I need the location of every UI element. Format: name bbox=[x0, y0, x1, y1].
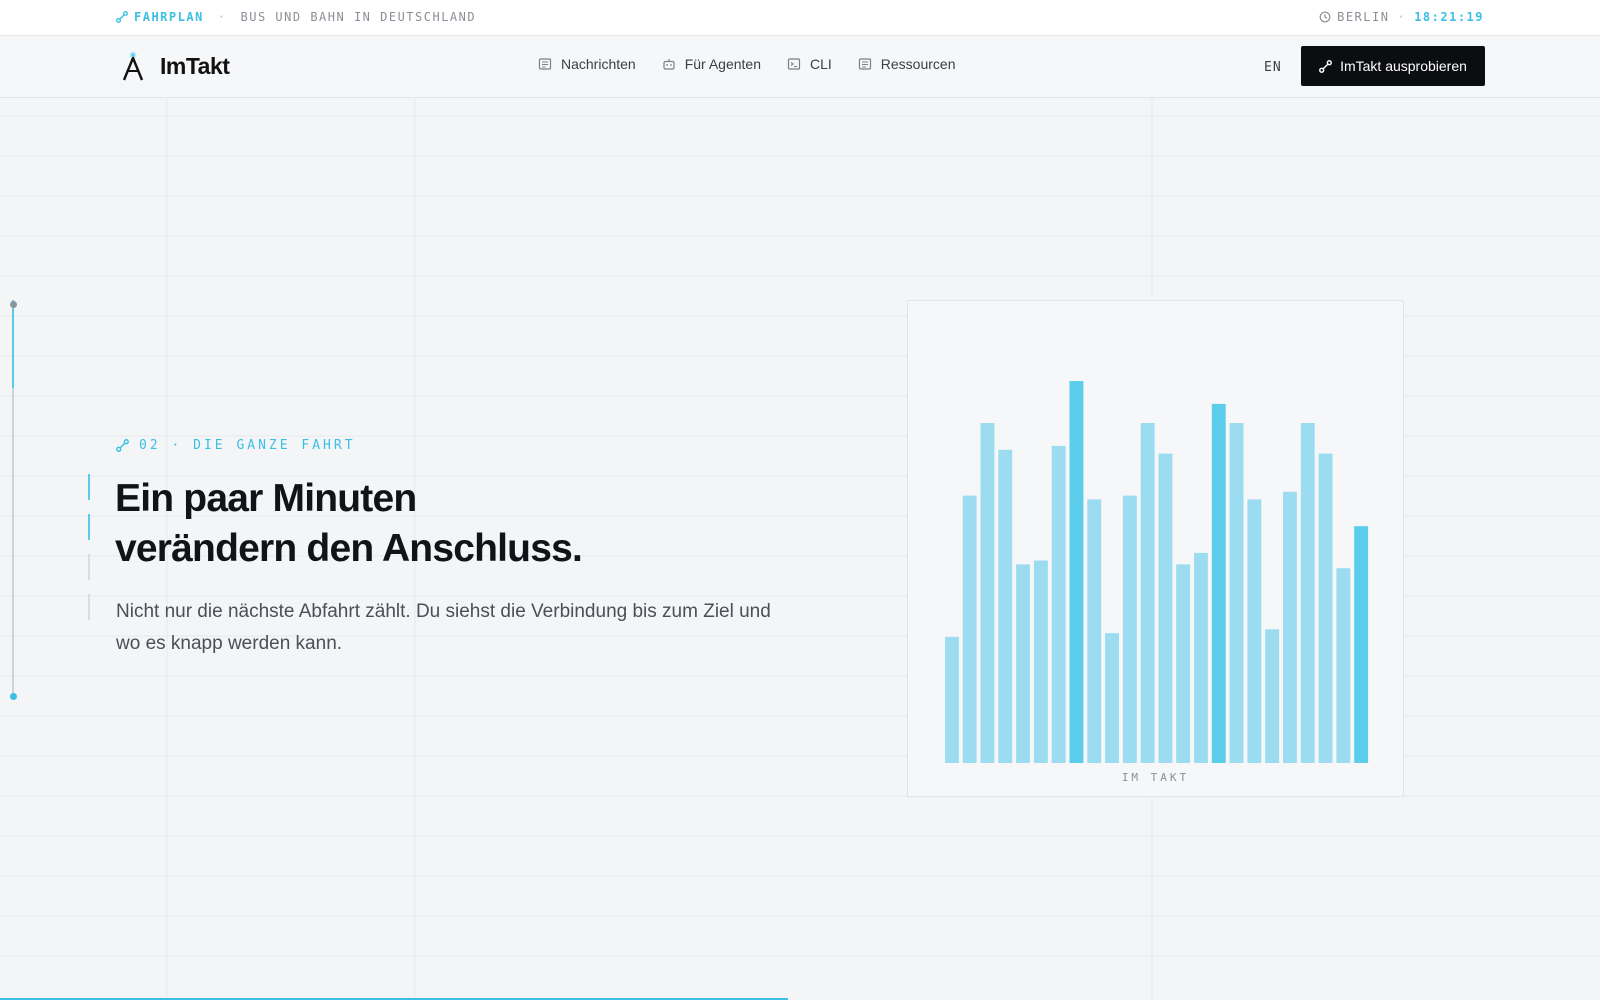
chart-bar bbox=[1300, 423, 1315, 763]
nav-link-cli[interactable]: CLI bbox=[787, 56, 832, 72]
eyebrow-text: 02 · DIE GANZE FAHRT bbox=[139, 438, 356, 453]
chart-bar bbox=[1354, 526, 1369, 763]
nav-link-label: Für Agenten bbox=[684, 56, 761, 72]
chart-bar bbox=[998, 449, 1013, 763]
nav-link-fuer-agenten[interactable]: Für Agenten bbox=[662, 56, 761, 72]
top-strip-left: FAHRPLAN · BUS UND BAHN IN DEUTSCHLAND bbox=[116, 10, 476, 24]
chart-bar bbox=[1105, 633, 1119, 763]
headline-line-1: Ein paar Minuten bbox=[115, 477, 417, 520]
brand-logo-link[interactable]: ImTakt bbox=[120, 50, 230, 82]
newspaper-icon bbox=[538, 58, 552, 70]
progress-rail bbox=[12, 300, 14, 696]
chart-bar bbox=[1051, 445, 1066, 763]
chart-bar bbox=[945, 636, 959, 763]
chart-bar bbox=[1194, 552, 1208, 763]
nav-link-label: CLI bbox=[809, 56, 832, 72]
imtakt-logo-icon bbox=[122, 51, 144, 81]
chart-bar bbox=[1176, 564, 1191, 763]
rail-end-dot bbox=[10, 693, 17, 700]
chart-bar bbox=[980, 423, 995, 763]
rail-progress-fill bbox=[12, 300, 14, 388]
chart-bar bbox=[1229, 423, 1244, 763]
nav-link-label: Nachrichten bbox=[561, 56, 636, 72]
try-imtakt-button[interactable]: ImTakt ausprobieren bbox=[1301, 46, 1485, 86]
chart-bar bbox=[1140, 423, 1155, 763]
chart-bar bbox=[1069, 381, 1084, 763]
chart-bar bbox=[1211, 403, 1226, 763]
chart-bar bbox=[1336, 568, 1351, 763]
accent-tick bbox=[88, 474, 90, 500]
tagline: BUS UND BAHN IN DEUTSCHLAND bbox=[240, 10, 477, 24]
nav-link-label: Ressourcen bbox=[880, 56, 956, 72]
document-icon bbox=[858, 58, 871, 70]
section-eyebrow: 02 · DIE GANZE FAHRT bbox=[116, 438, 356, 453]
chart-bar bbox=[962, 495, 977, 763]
brand-name: ImTakt bbox=[160, 52, 230, 79]
top-strip: FAHRPLAN · BUS UND BAHN IN DEUTSCHLAND B… bbox=[0, 0, 1600, 36]
main-nav: ImTakt Nachrichten Für Agenten CLI Resso… bbox=[0, 36, 1600, 98]
language-switch[interactable]: EN bbox=[1264, 60, 1282, 75]
nav-links: Nachrichten Für Agenten CLI Ressourcen bbox=[538, 56, 955, 72]
chart-card: IM TAKT bbox=[907, 300, 1404, 797]
accent-tick bbox=[88, 594, 90, 620]
chart-bar bbox=[1318, 453, 1333, 763]
bar-chart bbox=[945, 381, 1369, 763]
route-icon bbox=[116, 11, 128, 23]
top-strip-right: BERLIN · 18:21:19 bbox=[1319, 10, 1484, 24]
nav-link-nachrichten[interactable]: Nachrichten bbox=[538, 56, 636, 72]
chart-bar bbox=[1283, 491, 1297, 763]
route-icon bbox=[116, 439, 129, 452]
cta-label: ImTakt ausprobieren bbox=[1340, 58, 1467, 74]
chart-bar bbox=[1016, 564, 1030, 763]
nav-link-ressourcen[interactable]: Ressourcen bbox=[858, 56, 956, 72]
route-icon bbox=[1319, 59, 1333, 73]
chart-bar bbox=[1158, 453, 1173, 763]
robot-icon bbox=[663, 59, 675, 70]
page-headline: Ein paar Minuten verändern den Anschluss… bbox=[115, 474, 755, 574]
terminal-icon bbox=[787, 58, 801, 70]
lead-paragraph: Nicht nur die nächste Abfahrt zählt. Du … bbox=[116, 601, 771, 654]
chart-bar bbox=[1033, 560, 1048, 763]
headline-line-2: verändern den Anschluss. bbox=[115, 527, 583, 570]
chart-bar bbox=[1087, 499, 1102, 763]
chart-bar bbox=[1265, 629, 1280, 763]
separator: · bbox=[217, 10, 227, 24]
rail-start-dot bbox=[10, 301, 17, 308]
accent-tick bbox=[88, 554, 90, 580]
clock-icon bbox=[1319, 11, 1331, 23]
city-label: BERLIN bbox=[1337, 10, 1390, 24]
clock-time: 18:21:19 bbox=[1414, 10, 1484, 24]
separator: · bbox=[1397, 10, 1407, 24]
chart-caption: IM TAKT bbox=[1121, 771, 1190, 784]
chart-bar bbox=[1122, 495, 1137, 763]
headline-accent-ticks bbox=[88, 474, 90, 634]
chart-bar bbox=[1247, 499, 1262, 763]
accent-tick bbox=[88, 514, 90, 540]
section-label: FAHRPLAN bbox=[134, 10, 204, 24]
